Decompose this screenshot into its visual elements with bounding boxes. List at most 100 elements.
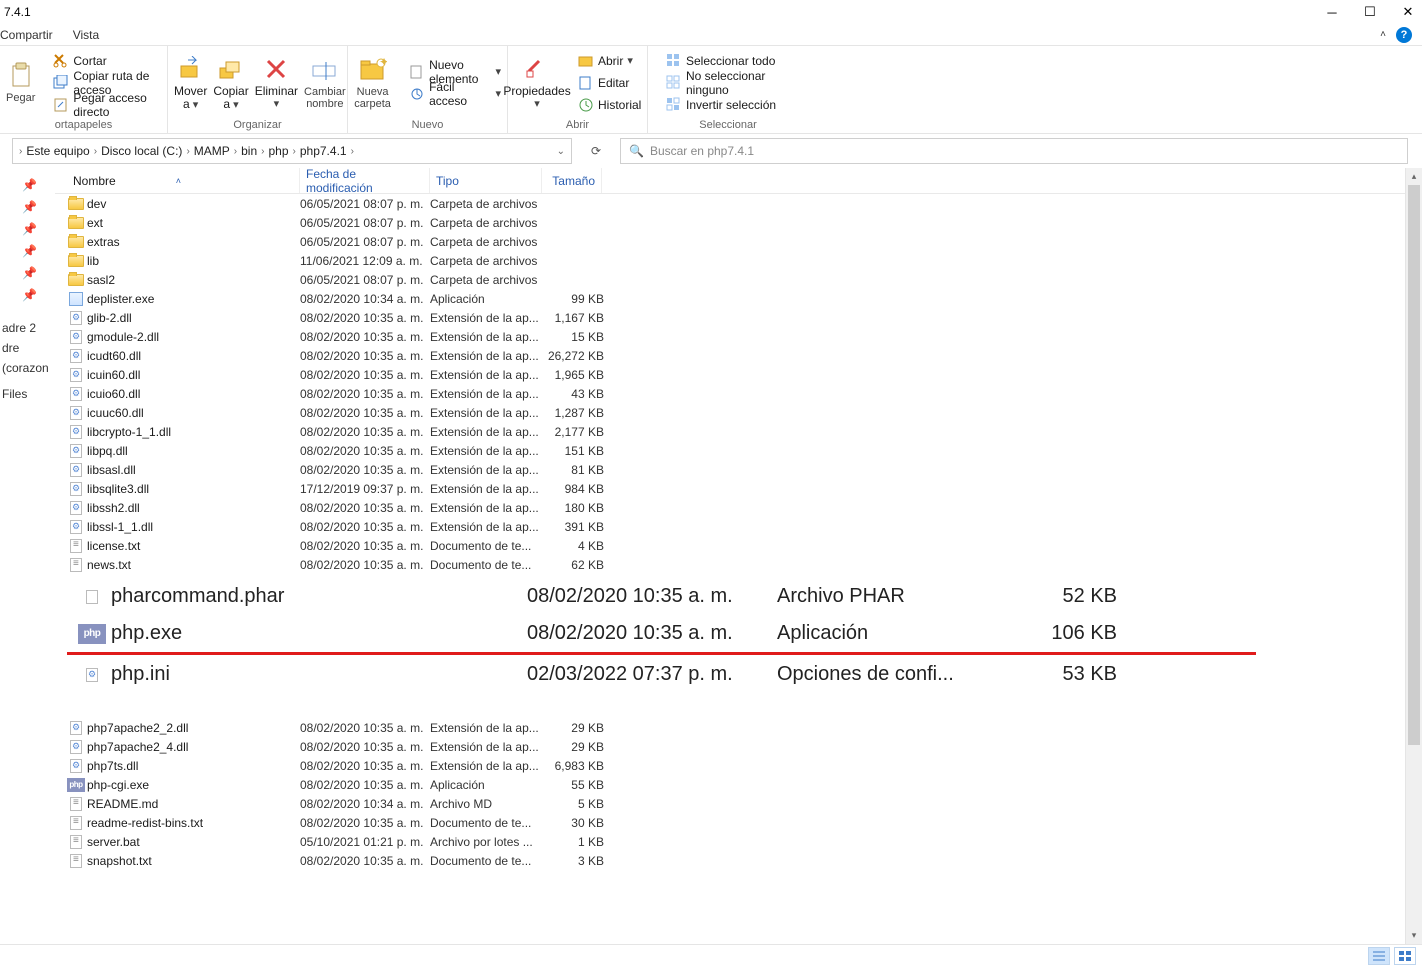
history-button[interactable]: Historial [566, 95, 641, 114]
file-row[interactable]: gmodule-2.dll08/02/2020 10:35 a. m.Exten… [55, 327, 1422, 346]
move-to-button[interactable]: Mover a ▾ [174, 48, 207, 117]
select-none-button[interactable]: No seleccionar ninguno [654, 73, 802, 92]
help-icon[interactable]: ? [1396, 27, 1412, 43]
breadcrumb-item[interactable]: bin [241, 144, 257, 158]
new-item-button[interactable]: Nuevo elemento ▾ [397, 62, 501, 81]
open-button[interactable]: Abrir ▾ [566, 51, 641, 70]
file-row[interactable]: libpq.dll08/02/2020 10:35 a. m.Extensión… [55, 441, 1422, 460]
file-row[interactable]: snapshot.txt08/02/2020 10:35 a. m.Docume… [55, 851, 1422, 870]
breadcrumb[interactable]: › Este equipo›Disco local (C:)›MAMP›bin›… [12, 138, 572, 164]
file-row[interactable]: lib11/06/2021 12:09 a. m.Carpeta de arch… [55, 251, 1422, 270]
easy-access-button[interactable]: Fácil acceso ▾ [397, 84, 501, 103]
file-row[interactable]: libsqlite3.dll17/12/2019 09:37 p. m.Exte… [55, 479, 1422, 498]
copy-to-button[interactable]: Copiar a ▾ [213, 48, 248, 117]
column-size[interactable]: Tamaño [542, 168, 602, 193]
file-row[interactable]: php7apache2_4.dll08/02/2020 10:35 a. m.E… [55, 737, 1422, 756]
file-row[interactable]: icudt60.dll08/02/2020 10:35 a. m.Extensi… [55, 346, 1422, 365]
file-name: icuio60.dll [85, 387, 300, 401]
file-row[interactable]: sasl206/05/2021 08:07 p. m.Carpeta de ar… [55, 270, 1422, 289]
column-name[interactable]: Nombre [73, 174, 116, 188]
file-row[interactable]: php7ts.dll08/02/2020 10:35 a. m.Extensió… [55, 756, 1422, 775]
large-icons-view-button[interactable] [1394, 947, 1416, 965]
file-row[interactable]: libsasl.dll08/02/2020 10:35 a. m.Extensi… [55, 460, 1422, 479]
edit-button[interactable]: Editar [566, 73, 641, 92]
file-row[interactable]: phpphp.exe08/02/2020 10:35 a. m.Aplicaci… [61, 615, 1262, 652]
file-date: 11/06/2021 12:09 a. m. [300, 254, 430, 268]
scrollbar-thumb[interactable] [1408, 185, 1420, 745]
nav-quick-item[interactable]: (corazon [0, 358, 55, 378]
file-type: Extensión de la ap... [430, 721, 542, 735]
maximize-button[interactable]: ☐ [1360, 4, 1380, 20]
breadcrumb-item[interactable]: Disco local (C:) [101, 144, 182, 158]
file-row[interactable]: php.ini02/03/2022 07:37 p. m.Opciones de… [61, 656, 1262, 693]
vertical-scrollbar[interactable]: ▴ ▾ [1405, 168, 1422, 944]
properties-button[interactable]: Propiedades ▾ [514, 48, 560, 117]
details-view-button[interactable] [1368, 947, 1390, 965]
chevron-down-icon[interactable]: ⌄ [557, 146, 565, 157]
column-type[interactable]: Tipo [430, 168, 542, 193]
file-row[interactable]: libssh2.dll08/02/2020 10:35 a. m.Extensi… [55, 498, 1422, 517]
file-row[interactable]: license.txt08/02/2020 10:35 a. m.Documen… [55, 536, 1422, 555]
minimize-button[interactable]: ─ [1322, 5, 1342, 20]
refresh-button[interactable]: ⟳ [584, 139, 608, 163]
column-date[interactable]: Fecha de modificación [300, 168, 430, 193]
status-bar [0, 944, 1422, 966]
column-headers[interactable]: Nombre˄ Fecha de modificación Tipo Tamañ… [55, 168, 1422, 194]
file-date: 08/02/2020 10:35 a. m. [300, 721, 430, 735]
paste-button[interactable]: Pegar [6, 48, 35, 117]
paste-shortcut-button[interactable]: Pegar acceso directo [41, 95, 161, 114]
rename-button[interactable]: Cambiar nombre [304, 48, 346, 117]
file-row[interactable]: news.txt08/02/2020 10:35 a. m.Documento … [55, 555, 1422, 574]
file-row[interactable]: deplister.exe08/02/2020 10:34 a. m.Aplic… [55, 289, 1422, 308]
nav-quick-item[interactable] [0, 404, 55, 410]
breadcrumb-item[interactable]: MAMP [194, 144, 230, 158]
select-all-button[interactable]: Seleccionar todo [654, 51, 802, 70]
scroll-down-icon[interactable]: ▾ [1406, 927, 1422, 944]
file-name: extras [85, 235, 300, 249]
file-row[interactable]: extras06/05/2021 08:07 p. m.Carpeta de a… [55, 232, 1422, 251]
tab-compartir[interactable]: Compartir [0, 28, 53, 42]
file-row[interactable]: readme-redist-bins.txt08/02/2020 10:35 a… [55, 813, 1422, 832]
file-row[interactable]: phpphp-cgi.exe08/02/2020 10:35 a. m.Apli… [55, 775, 1422, 794]
dll-icon [67, 758, 85, 774]
close-button[interactable]: ✕ [1398, 4, 1418, 20]
file-row[interactable]: ext06/05/2021 08:07 p. m.Carpeta de arch… [55, 213, 1422, 232]
file-size: 4 KB [542, 539, 604, 553]
file-name: pharcommand.phar [107, 585, 527, 608]
file-row[interactable]: php7apache2_2.dll08/02/2020 10:35 a. m.E… [55, 718, 1422, 737]
file-row[interactable]: dev06/05/2021 08:07 p. m.Carpeta de arch… [55, 194, 1422, 213]
invert-selection-button[interactable]: Invertir selección [654, 95, 802, 114]
nav-quick-item[interactable]: adre 2 [0, 318, 55, 338]
cut-button[interactable]: Cortar [41, 51, 161, 70]
file-type: Extensión de la ap... [430, 311, 542, 325]
file-name: sasl2 [85, 273, 300, 287]
delete-button[interactable]: Eliminar ▾ [255, 48, 298, 117]
new-folder-button[interactable]: ✦Nueva carpeta [354, 48, 391, 117]
file-row[interactable]: icuin60.dll08/02/2020 10:35 a. m.Extensi… [55, 365, 1422, 384]
nav-quick-item[interactable]: Files [0, 384, 55, 404]
file-row[interactable]: README.md08/02/2020 10:34 a. m.Archivo M… [55, 794, 1422, 813]
navigation-pane[interactable]: 📌 📌 📌 📌 📌 📌 adre 2dre(corazonFiles [0, 168, 55, 944]
breadcrumb-item[interactable]: Este equipo [26, 144, 89, 158]
file-row[interactable]: glib-2.dll08/02/2020 10:35 a. m.Extensió… [55, 308, 1422, 327]
breadcrumb-item[interactable]: php [268, 144, 288, 158]
copy-path-button[interactable]: Copiar ruta de acceso [41, 73, 161, 92]
search-input[interactable]: 🔍 Buscar en php7.4.1 [620, 138, 1408, 164]
file-name: server.bat [85, 835, 300, 849]
file-name: news.txt [85, 558, 300, 572]
file-row[interactable]: pharcommand.phar08/02/2020 10:35 a. m.Ar… [61, 578, 1262, 615]
tab-vista[interactable]: Vista [73, 28, 99, 42]
nav-quick-item[interactable]: dre [0, 338, 55, 358]
file-type: Documento de te... [430, 854, 542, 868]
file-row[interactable]: icuio60.dll08/02/2020 10:35 a. m.Extensi… [55, 384, 1422, 403]
scroll-up-icon[interactable]: ▴ [1406, 168, 1422, 185]
breadcrumb-item[interactable]: php7.4.1 [300, 144, 347, 158]
file-row[interactable]: libcrypto-1_1.dll08/02/2020 10:35 a. m.E… [55, 422, 1422, 441]
file-row[interactable]: libssl-1_1.dll08/02/2020 10:35 a. m.Exte… [55, 517, 1422, 536]
text-file-icon [67, 796, 85, 812]
file-row[interactable]: icuuc60.dll08/02/2020 10:35 a. m.Extensi… [55, 403, 1422, 422]
file-size: 26,272 KB [542, 349, 604, 363]
file-size: 984 KB [542, 482, 604, 496]
file-row[interactable]: server.bat05/10/2021 01:21 p. m.Archivo … [55, 832, 1422, 851]
collapse-ribbon-icon[interactable]: ˄ [1380, 29, 1386, 40]
